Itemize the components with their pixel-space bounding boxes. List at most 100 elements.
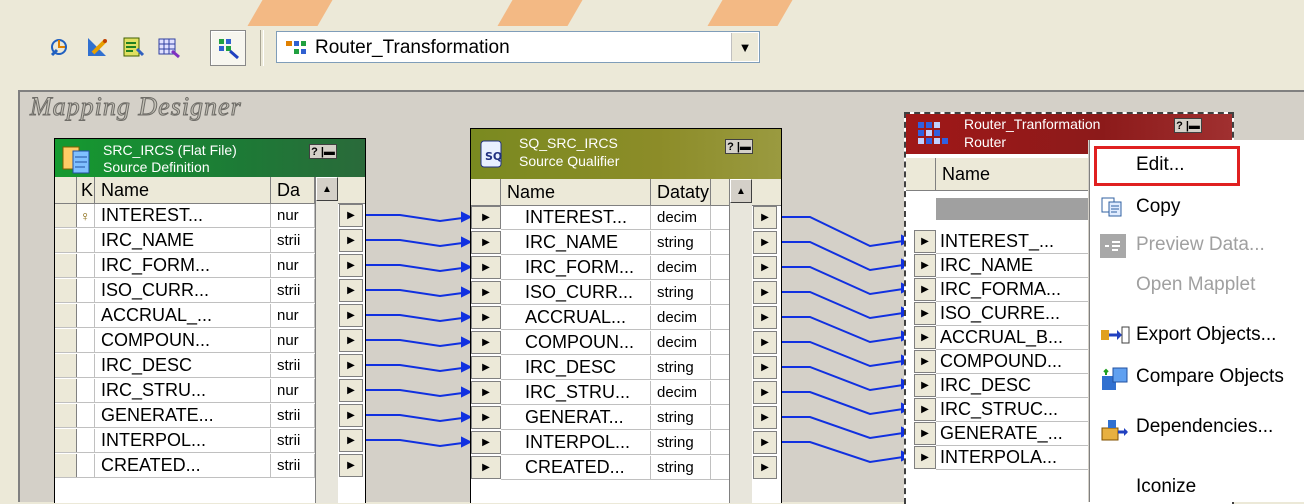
row-selector[interactable]: [55, 454, 77, 477]
input-port[interactable]: ▶: [914, 350, 936, 373]
output-port[interactable]: ▶: [753, 431, 777, 454]
input-port[interactable]: ▶: [914, 422, 936, 445]
scrollbar[interactable]: ▲: [315, 177, 338, 503]
table-row[interactable]: COMPOUN... nur: [55, 329, 315, 353]
output-port[interactable]: ▶: [339, 379, 363, 402]
menu-item-open-mapplet[interactable]: Open Mapplet: [1090, 268, 1304, 302]
input-port[interactable]: ▶: [914, 302, 936, 325]
table-row[interactable]: COMPOUN... decim: [501, 331, 729, 355]
table-row[interactable]: IRC_DESC string: [501, 356, 729, 380]
output-port[interactable]: ▶: [753, 331, 777, 354]
input-port[interactable]: ▶: [471, 256, 501, 279]
column-header-datatype[interactable]: Da: [271, 177, 315, 203]
help-icon[interactable]: ?: [1176, 120, 1183, 132]
input-port[interactable]: ▶: [471, 206, 501, 229]
table-row[interactable]: ISO_CURR... strii: [55, 279, 315, 303]
row-selector[interactable]: [55, 229, 77, 252]
column-header-name[interactable]: Name: [501, 179, 651, 205]
output-port[interactable]: ▶: [753, 356, 777, 379]
row-selector[interactable]: [55, 204, 77, 227]
input-port[interactable]: ▶: [914, 230, 936, 253]
menu-item-export-objects[interactable]: Export Objects...: [1090, 318, 1304, 352]
row-selector[interactable]: [55, 329, 77, 352]
table-row[interactable]: IRC_NAME string: [501, 231, 729, 255]
help-icon[interactable]: ?: [311, 146, 318, 158]
table-row[interactable]: GENERATE... strii: [55, 404, 315, 428]
input-port[interactable]: ▶: [471, 331, 501, 354]
help-icon[interactable]: ?: [727, 141, 734, 153]
input-port[interactable]: ▶: [471, 406, 501, 429]
output-port[interactable]: ▶: [339, 204, 363, 227]
output-port[interactable]: ▶: [753, 281, 777, 304]
output-port[interactable]: ▶: [339, 304, 363, 327]
row-selector[interactable]: [55, 429, 77, 452]
source-definition[interactable]: SRC_IRCS (Flat File) Source Definition ?…: [54, 138, 366, 503]
menu-item-preview-data[interactable]: Preview Data...: [1090, 228, 1304, 262]
output-port[interactable]: ▶: [753, 306, 777, 329]
table-row[interactable]: IRC_DESC strii: [55, 354, 315, 378]
output-port[interactable]: ▶: [339, 229, 363, 252]
output-port[interactable]: ▶: [339, 404, 363, 427]
row-selector[interactable]: [55, 354, 77, 377]
source-qualifier[interactable]: SQ SQ_SRC_IRCS Source Qualifier ? |▬ Nam…: [470, 128, 782, 503]
output-port[interactable]: ▶: [753, 256, 777, 279]
output-port[interactable]: ▶: [339, 429, 363, 452]
source-definition-header[interactable]: SRC_IRCS (Flat File) Source Definition ?…: [55, 139, 365, 177]
input-port[interactable]: ▶: [471, 306, 501, 329]
row-selector[interactable]: [55, 304, 77, 327]
output-port[interactable]: ▶: [339, 254, 363, 277]
output-port[interactable]: ▶: [339, 354, 363, 377]
table-row[interactable]: ISO_CURR... string: [501, 281, 729, 305]
table-row[interactable]: IRC_FORM... decim: [501, 256, 729, 280]
input-port[interactable]: ▶: [914, 254, 936, 277]
source-qualifier-header[interactable]: SQ SQ_SRC_IRCS Source Qualifier ? |▬: [471, 129, 781, 179]
output-port[interactable]: ▶: [753, 381, 777, 404]
input-port[interactable]: ▶: [471, 356, 501, 379]
input-port[interactable]: ▶: [914, 278, 936, 301]
input-port[interactable]: ▶: [471, 281, 501, 304]
table-row[interactable]: ACCRUAL... decim: [501, 306, 729, 330]
output-port[interactable]: ▶: [339, 454, 363, 477]
table-row[interactable]: IRC_STRU... nur: [55, 379, 315, 403]
input-port[interactable]: ▶: [471, 431, 501, 454]
column-header-name[interactable]: Name: [95, 177, 271, 203]
input-port[interactable]: ▶: [471, 381, 501, 404]
input-port[interactable]: ▶: [914, 326, 936, 349]
scrollbar[interactable]: ▲: [729, 179, 752, 503]
table-row[interactable]: ACCRUAL_... nur: [55, 304, 315, 328]
input-port[interactable]: ▶: [914, 398, 936, 421]
menu-item-compare-objects[interactable]: Compare Objects: [1090, 360, 1304, 394]
menu-item-dependencies[interactable]: Dependencies...: [1090, 410, 1304, 444]
row-selector[interactable]: [55, 254, 77, 277]
output-port[interactable]: ▶: [339, 279, 363, 302]
table-row[interactable]: INTERPOL... string: [501, 431, 729, 455]
column-header-datatype[interactable]: Dataty: [651, 179, 711, 205]
table-row[interactable]: CREATED... string: [501, 456, 729, 480]
menu-item-iconize[interactable]: Iconize: [1090, 470, 1304, 504]
input-port[interactable]: ▶: [471, 231, 501, 254]
input-port[interactable]: ▶: [471, 456, 501, 479]
help-minimize-control[interactable]: ? |▬: [725, 139, 753, 154]
table-row[interactable]: IRC_FORM... nur: [55, 254, 315, 278]
input-port[interactable]: ▶: [914, 446, 936, 469]
table-row[interactable]: ♀ INTEREST... nur: [55, 204, 315, 228]
table-row[interactable]: GENERAT... string: [501, 406, 729, 430]
row-selector[interactable]: [55, 379, 77, 402]
table-row[interactable]: INTERPOL... strii: [55, 429, 315, 453]
column-header-key[interactable]: K: [77, 177, 95, 203]
row-selector[interactable]: [55, 279, 77, 302]
table-row[interactable]: CREATED... strii: [55, 454, 315, 478]
output-port[interactable]: ▶: [753, 456, 777, 479]
input-port[interactable]: ▶: [914, 374, 936, 397]
help-minimize-control[interactable]: ? |▬: [1174, 118, 1202, 133]
output-port[interactable]: ▶: [753, 206, 777, 229]
scroll-up-icon[interactable]: ▲: [730, 179, 752, 203]
menu-item-copy[interactable]: Copy: [1090, 190, 1304, 224]
output-port[interactable]: ▶: [753, 231, 777, 254]
table-row[interactable]: IRC_NAME strii: [55, 229, 315, 253]
output-port[interactable]: ▶: [753, 406, 777, 429]
output-port[interactable]: ▶: [339, 329, 363, 352]
table-row[interactable]: IRC_STRU... decim: [501, 381, 729, 405]
scroll-up-icon[interactable]: ▲: [316, 177, 338, 201]
help-minimize-control[interactable]: ? |▬: [309, 144, 337, 159]
